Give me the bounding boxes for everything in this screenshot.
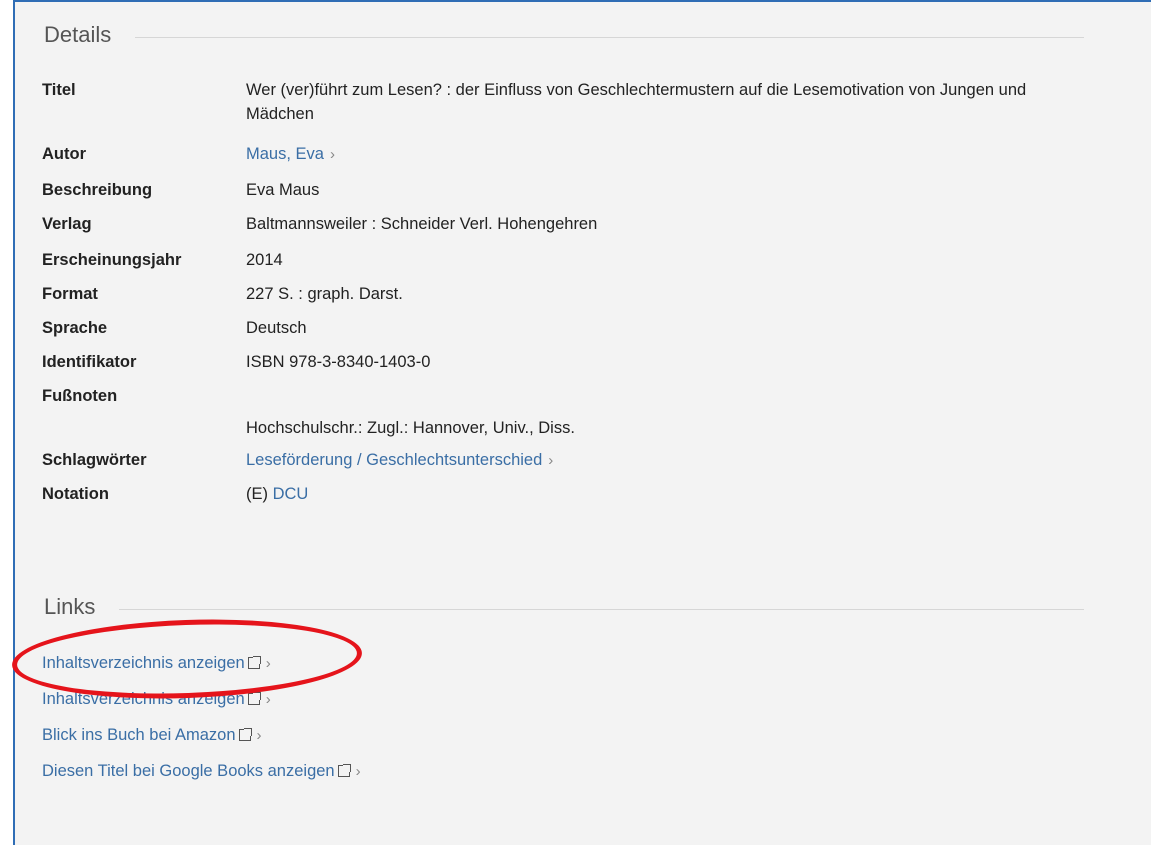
detail-row-subjects: Schlagwörter Leseförderung / Geschlechts… (42, 448, 1076, 473)
detail-value: 227 S. : graph. Darst. (246, 285, 403, 303)
amazon-link[interactable]: Blick ins Buch bei Amazon › (42, 726, 262, 745)
divider (135, 36, 1084, 38)
external-link-icon (247, 692, 261, 705)
detail-value: Wer (ver)führt zum Lesen? : der Einfluss… (246, 81, 1027, 123)
detail-value: Eva Maus (246, 181, 320, 199)
external-link-icon (337, 764, 351, 777)
details-section-header: Details (44, 22, 1084, 48)
notation-link[interactable]: DCU (273, 485, 309, 503)
link-label[interactable]: Diesen Titel bei Google Books anzeigen (42, 762, 335, 780)
author-link[interactable]: Maus, Eva (246, 145, 324, 163)
external-link-icon (238, 728, 252, 741)
detail-label: Verlag (42, 215, 92, 233)
detail-row-footnotes: Fußnoten Hochschulschr.: Zugl.: Hannover… (42, 384, 1076, 440)
google-books-link[interactable]: Diesen Titel bei Google Books anzeigen › (42, 762, 361, 781)
detail-value: ISBN 978-3-8340-1403-0 (246, 353, 431, 371)
detail-row-year: Erscheinungsjahr 2014 (42, 248, 1076, 272)
chevron-right-icon: › (329, 146, 335, 163)
detail-row-notation: Notation (E) DCU (42, 482, 1076, 506)
links-section-header: Links (44, 594, 1084, 620)
detail-label: Titel (42, 81, 76, 99)
detail-row-title: Titel Wer (ver)führt zum Lesen? : der Ei… (42, 78, 1076, 126)
detail-value: Deutsch (246, 319, 307, 337)
divider (119, 608, 1084, 610)
detail-label: Format (42, 285, 98, 303)
details-heading: Details (44, 22, 112, 47)
link-label[interactable]: Blick ins Buch bei Amazon (42, 726, 236, 744)
detail-row-description: Beschreibung Eva Maus (42, 178, 1076, 202)
detail-row-author: Autor Maus, Eva › (42, 142, 1076, 167)
subject-link[interactable]: Leseförderung / Geschlechtsunterschied (246, 451, 542, 469)
detail-row-format: Format 227 S. : graph. Darst. (42, 282, 1076, 306)
detail-label: Erscheinungsjahr (42, 251, 182, 269)
detail-row-publisher: Verlag Baltmannsweiler : Schneider Verl.… (42, 212, 1076, 236)
links-heading: Links (44, 594, 96, 619)
chevron-right-icon: › (256, 727, 262, 744)
detail-label: Notation (42, 485, 109, 503)
detail-label: Beschreibung (42, 181, 153, 199)
detail-label: Autor (42, 145, 86, 163)
detail-label: Fußnoten (42, 387, 118, 405)
chevron-right-icon: › (265, 691, 271, 708)
detail-row-identifier: Identifikator ISBN 978-3-8340-1403-0 (42, 350, 1076, 374)
chevron-right-icon: › (355, 763, 361, 780)
detail-label: Schlagwörter (42, 451, 147, 469)
notation-prefix: (E) (246, 485, 268, 503)
detail-value: 2014 (246, 251, 283, 269)
detail-value: Baltmannsweiler : Schneider Verl. Hoheng… (246, 215, 598, 233)
detail-value: Hochschulschr.: Zugl.: Hannover, Univ., … (246, 419, 575, 437)
detail-label: Identifikator (42, 353, 137, 371)
detail-label: Sprache (42, 319, 108, 337)
chevron-right-icon: › (548, 452, 554, 469)
detail-row-language: Sprache Deutsch (42, 316, 1076, 340)
